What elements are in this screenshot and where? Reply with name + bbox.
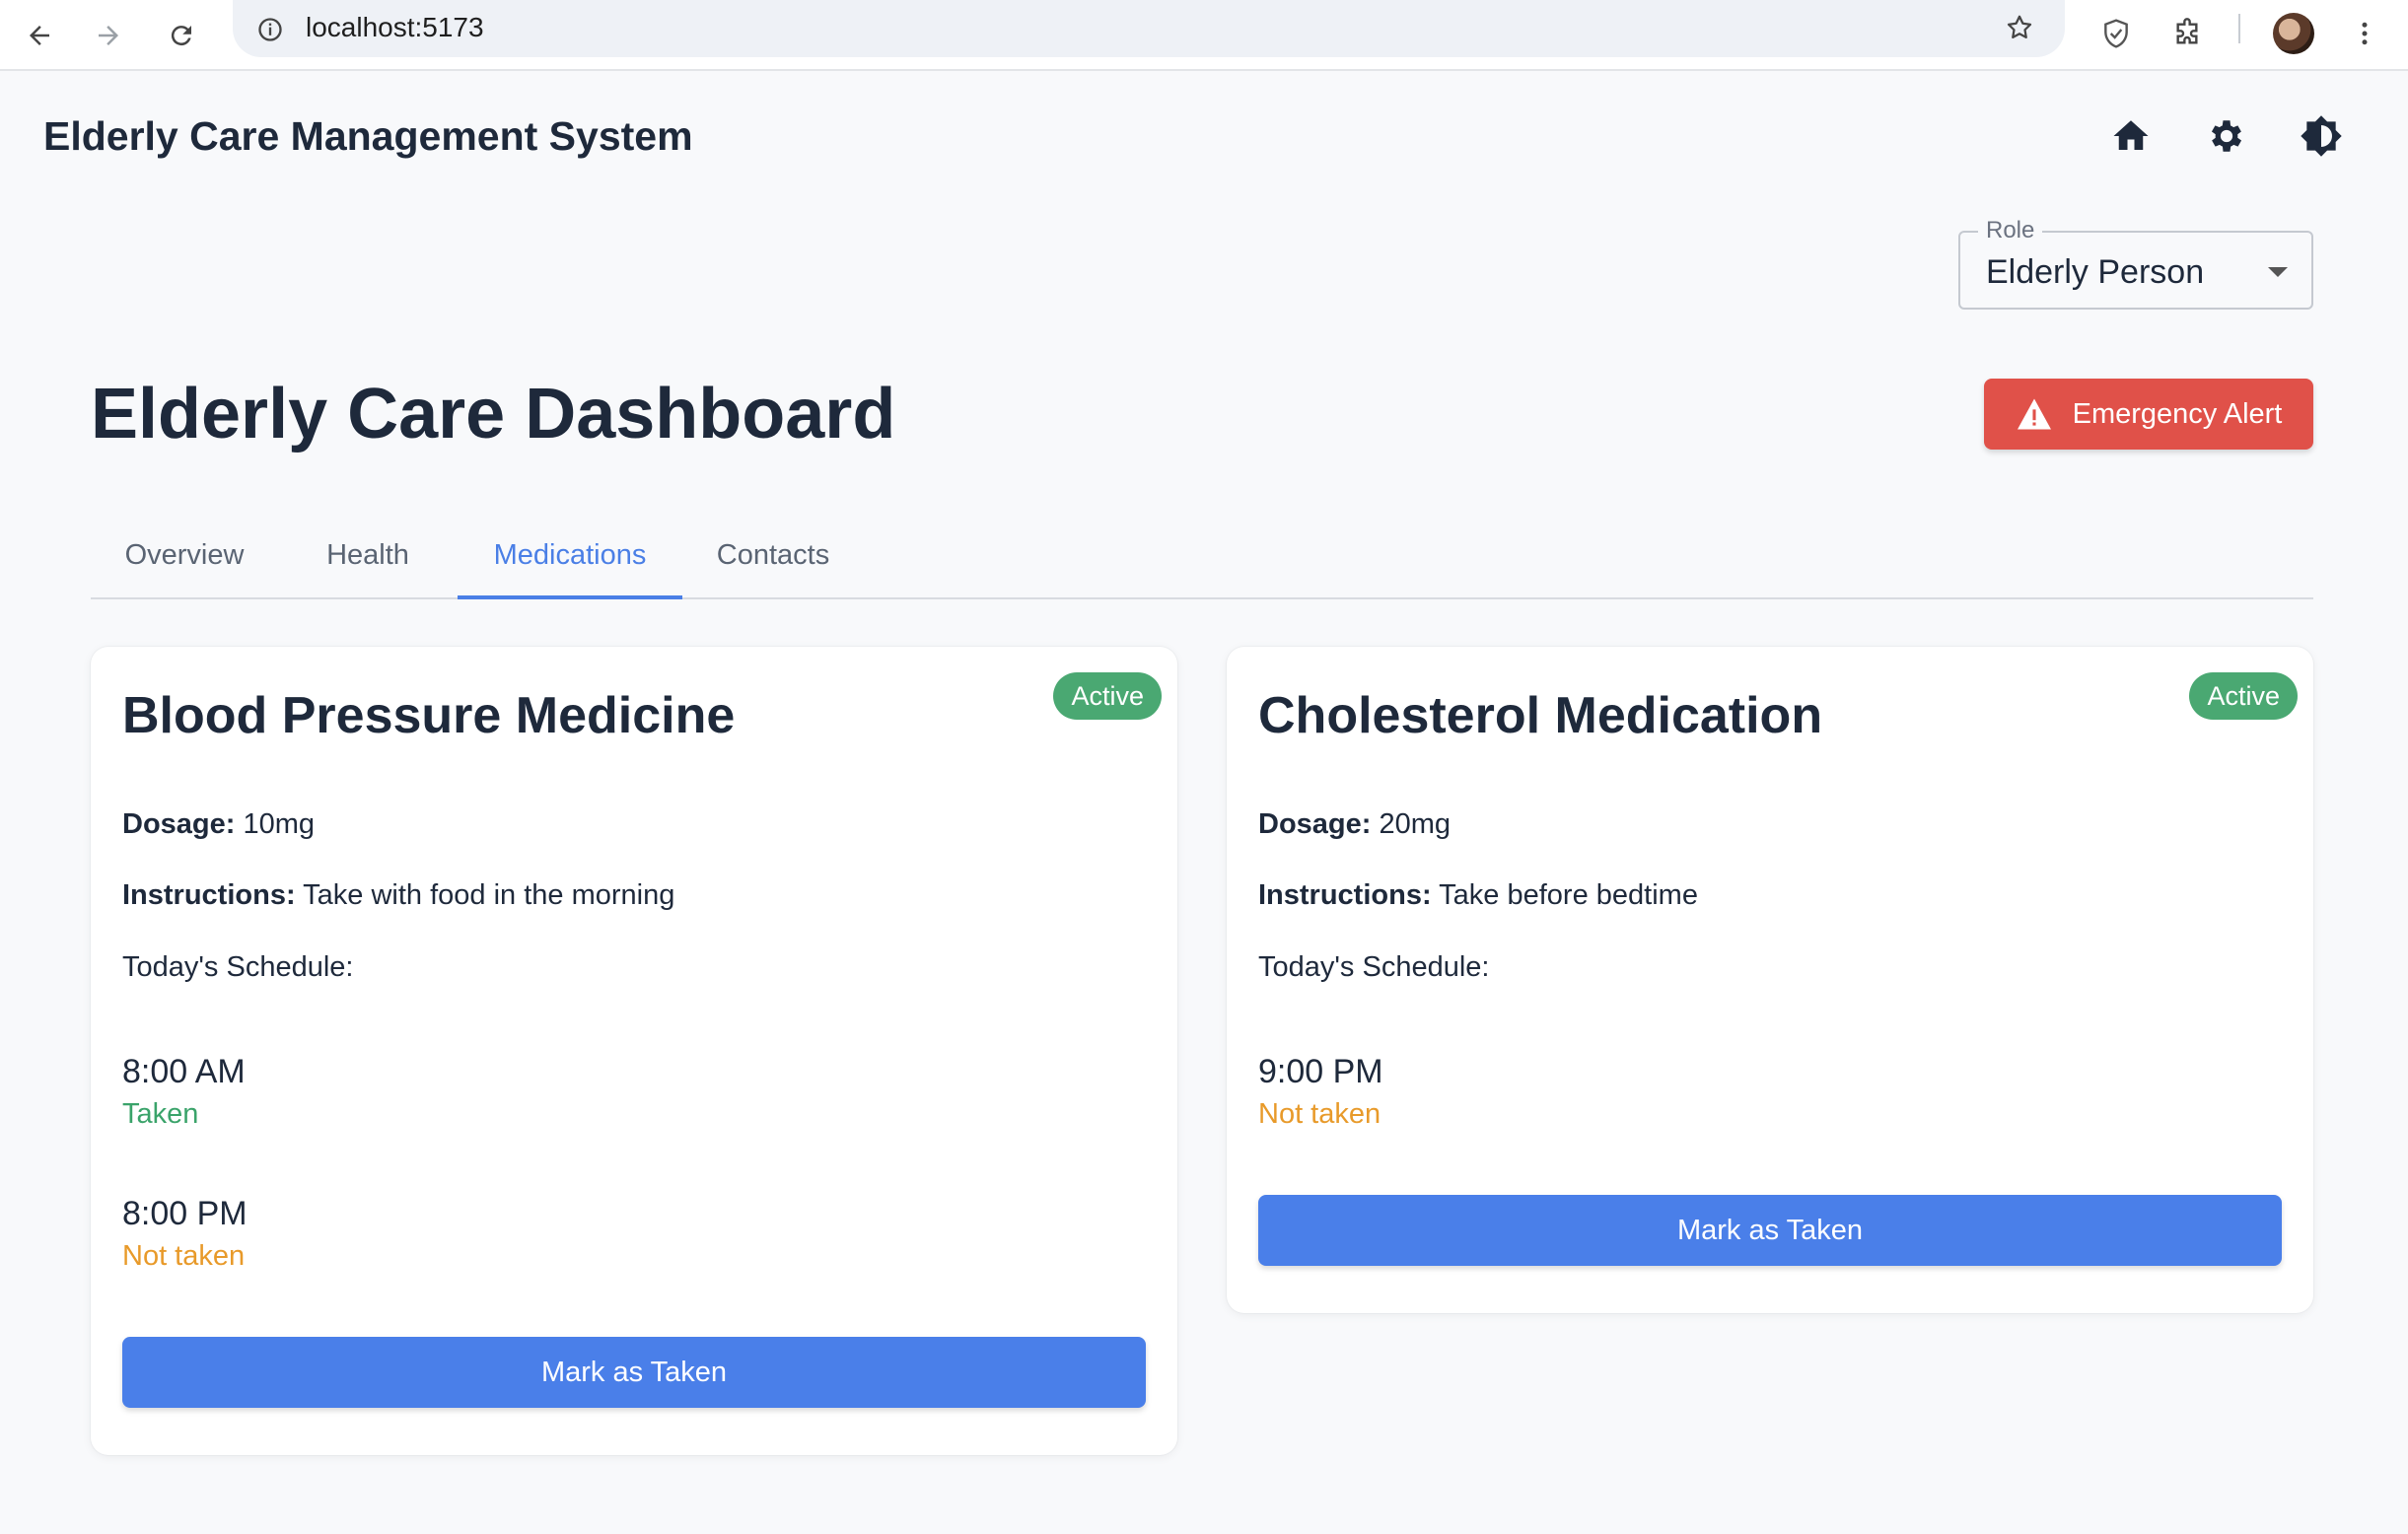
- medication-name: Blood Pressure Medicine: [122, 687, 736, 744]
- status-badge: Active: [2189, 672, 2298, 720]
- instructions-label: Instructions:: [122, 879, 296, 911]
- dosage-row: Dosage: 20mg: [1258, 806, 1451, 842]
- url-text: localhost:5173: [306, 12, 484, 42]
- schedule-status: Taken: [122, 1098, 199, 1130]
- back-icon[interactable]: [12, 8, 67, 63]
- schedule-status: Not taken: [122, 1240, 246, 1272]
- dosage-label: Dosage:: [122, 808, 236, 840]
- shield-extension-icon[interactable]: [2089, 6, 2144, 61]
- instructions-value: Take before bedtime: [1439, 879, 1698, 911]
- dosage-row: Dosage: 10mg: [122, 806, 315, 842]
- toolbar-divider: [2238, 14, 2240, 43]
- instructions-label: Instructions:: [1258, 879, 1432, 911]
- chevron-down-icon: [2268, 267, 2288, 277]
- profile-avatar[interactable]: [2266, 6, 2321, 61]
- gear-icon[interactable]: [2197, 106, 2256, 166]
- page-title: Elderly Care Dashboard: [91, 375, 896, 453]
- schedule-time: 9:00 PM: [1258, 1053, 1383, 1090]
- browser-menu-icon[interactable]: [2337, 6, 2392, 61]
- tab-overview[interactable]: Overview: [91, 513, 278, 597]
- instructions-row: Instructions: Take before bedtime: [1258, 877, 1698, 913]
- forward-icon[interactable]: [81, 8, 136, 63]
- tab-medications[interactable]: Medications: [458, 513, 682, 599]
- dashboard-tabs: Overview Health Medications Contacts: [91, 513, 2313, 599]
- role-value: Elderly Person: [1986, 253, 2205, 291]
- mark-as-taken-button[interactable]: Mark as Taken: [1258, 1195, 2282, 1266]
- bookmark-star-icon[interactable]: [2000, 8, 2039, 47]
- home-icon[interactable]: [2101, 106, 2160, 166]
- browser-toolbar: localhost:5173: [0, 0, 2408, 71]
- dosage-value: 20mg: [1379, 808, 1452, 840]
- app-title: Elderly Care Management System: [43, 113, 693, 159]
- dosage-value: 10mg: [243, 808, 316, 840]
- reload-icon[interactable]: [154, 8, 209, 63]
- extensions-puzzle-icon[interactable]: [2160, 6, 2215, 61]
- mark-as-taken-button[interactable]: Mark as Taken: [122, 1337, 1146, 1408]
- schedule-label: Today's Schedule:: [122, 951, 354, 983]
- warning-icon: [2017, 398, 2051, 430]
- emergency-alert-label: Emergency Alert: [2072, 397, 2283, 430]
- status-badge: Active: [1053, 672, 1162, 720]
- instructions-row: Instructions: Take with food in the morn…: [122, 877, 674, 913]
- role-select[interactable]: Role Elderly Person: [1958, 217, 2313, 310]
- tab-contacts[interactable]: Contacts: [682, 513, 864, 597]
- emergency-alert-button[interactable]: Emergency Alert: [1984, 379, 2313, 450]
- schedule-status: Not taken: [1258, 1098, 1381, 1130]
- brightness-icon[interactable]: [2292, 106, 2351, 166]
- medication-name: Cholesterol Medication: [1258, 687, 1823, 744]
- dosage-label: Dosage:: [1258, 808, 1372, 840]
- schedule-label: Today's Schedule:: [1258, 951, 1490, 983]
- schedule-time: 8:00 PM: [122, 1195, 248, 1232]
- instructions-value: Take with food in the morning: [303, 879, 675, 911]
- role-label: Role: [1978, 217, 2043, 244]
- tab-health[interactable]: Health: [278, 513, 458, 597]
- site-info-icon[interactable]: [250, 10, 290, 49]
- address-bar[interactable]: localhost:5173: [233, 0, 2065, 57]
- medication-card: Blood Pressure Medicine Active Dosage: 1…: [91, 647, 1177, 1455]
- schedule-time: 8:00 AM: [122, 1053, 246, 1090]
- medication-card: Cholesterol Medication Active Dosage: 20…: [1227, 647, 2313, 1313]
